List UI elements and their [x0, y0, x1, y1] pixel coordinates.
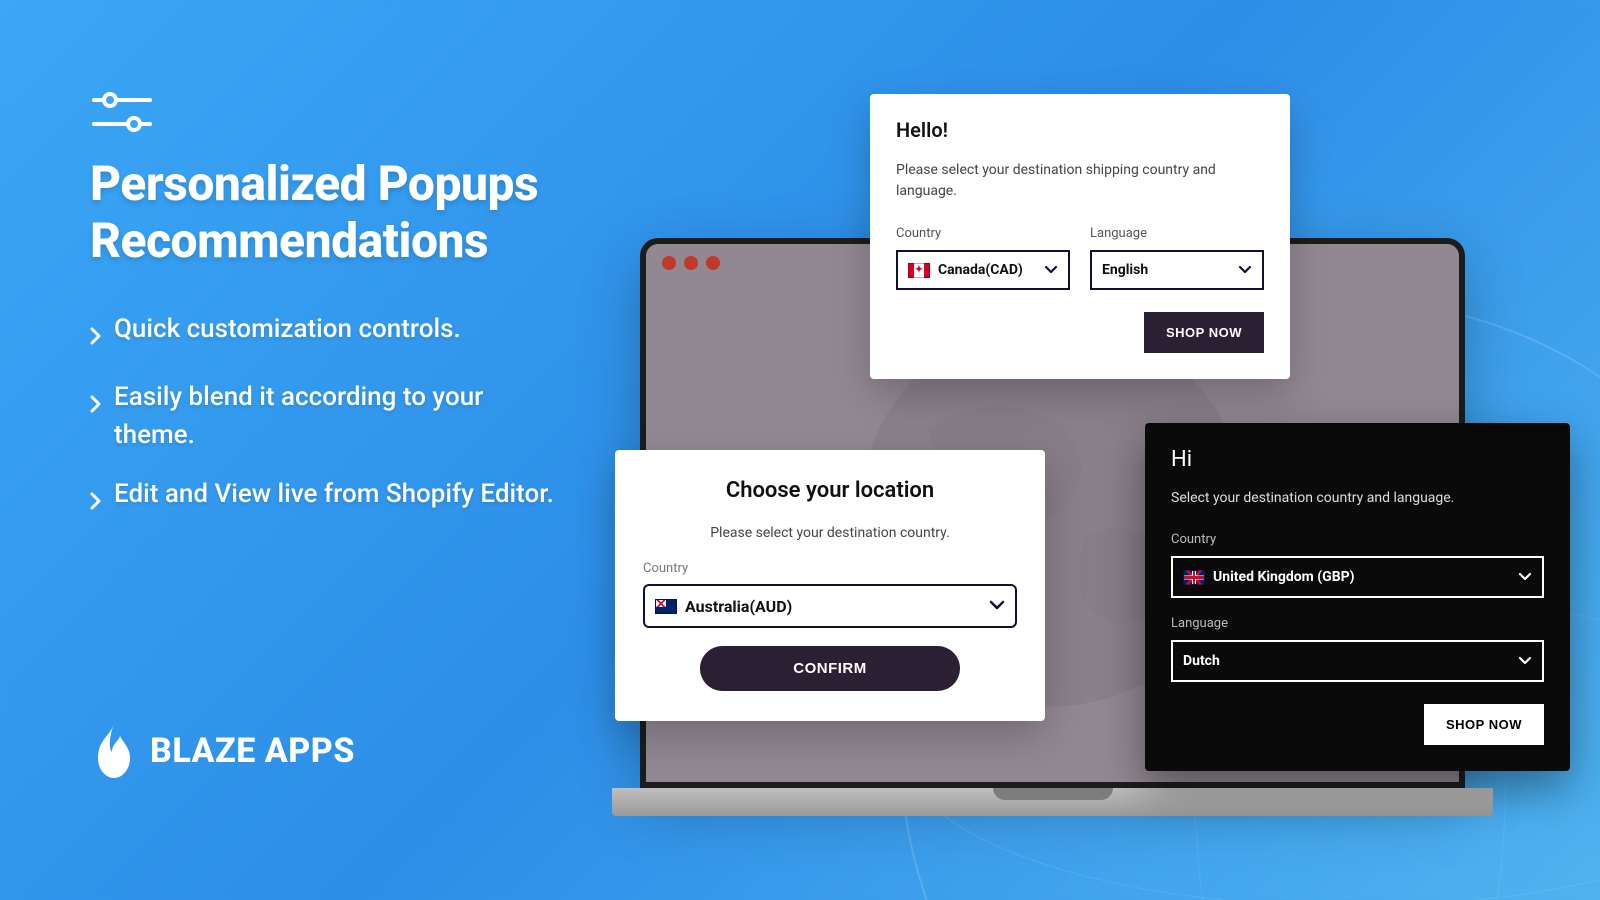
country-value: Canada(CAD) — [938, 262, 1023, 278]
bullet-item: Quick customization controls. — [90, 311, 570, 357]
language-select[interactable]: English — [1090, 250, 1264, 290]
sliders-icon — [90, 88, 570, 138]
chevron-down-icon — [1044, 265, 1058, 275]
chevron-right-icon — [90, 387, 102, 454]
bullet-text: Edit and View live from Shopify Editor. — [114, 476, 554, 522]
language-label: Language — [1090, 226, 1264, 241]
flag-uk-icon — [1183, 570, 1205, 585]
popup-description: Please select your destination shipping … — [896, 160, 1264, 202]
bullet-text: Quick customization controls. — [114, 311, 461, 357]
shop-now-button[interactable]: SHOP NOW — [1144, 312, 1264, 353]
chevron-right-icon — [90, 484, 102, 522]
popup-hello: Hello! Please select your destination sh… — [870, 94, 1290, 379]
popup-greeting: Hi — [1171, 447, 1544, 472]
hero-headline: Personalized Popups Recommendations — [90, 156, 570, 269]
laptop-base — [612, 788, 1493, 816]
language-value: Dutch — [1183, 653, 1220, 669]
chevron-right-icon — [90, 319, 102, 357]
country-label: Country — [896, 226, 1070, 241]
popup-greeting: Hello! — [896, 118, 1264, 142]
chevron-down-icon — [1238, 265, 1252, 275]
popup-title: Choose your location — [643, 478, 1017, 503]
bullet-text: Easily blend it according to your theme. — [114, 379, 570, 454]
brand-logo: BLAZE APPS — [90, 722, 355, 780]
flame-icon — [90, 722, 138, 780]
country-value: Australia(AUD) — [685, 597, 792, 616]
popup-description: Please select your destination country. — [643, 525, 1017, 541]
chevron-down-icon — [1518, 572, 1532, 582]
country-select[interactable]: Australia(AUD) — [643, 584, 1017, 628]
popup-hi-dark: Hi Select your destination country and l… — [1145, 423, 1570, 771]
hero-column: Personalized Popups Recommendations Quic… — [90, 88, 570, 544]
country-select[interactable]: Canada(CAD) — [896, 250, 1070, 290]
confirm-button[interactable]: CONFIRM — [700, 646, 960, 691]
country-label: Country — [643, 561, 1017, 576]
language-label: Language — [1171, 616, 1544, 631]
country-label: Country — [1171, 532, 1544, 547]
language-select[interactable]: Dutch — [1171, 640, 1544, 682]
hero-bullets: Quick customization controls. Easily ble… — [90, 311, 570, 522]
brand-name: BLAZE APPS — [150, 731, 355, 771]
popup-description: Select your destination country and lang… — [1171, 490, 1544, 506]
chevron-down-icon — [1518, 656, 1532, 666]
chevron-down-icon — [989, 600, 1005, 612]
bullet-item: Edit and View live from Shopify Editor. — [90, 476, 570, 522]
popup-choose-location: Choose your location Please select your … — [615, 450, 1045, 721]
flag-canada-icon — [908, 263, 930, 278]
flag-australia-icon — [655, 599, 677, 614]
country-value: United Kingdom (GBP) — [1213, 569, 1355, 585]
language-value: English — [1102, 262, 1148, 278]
bullet-item: Easily blend it according to your theme. — [90, 379, 570, 454]
shop-now-button[interactable]: SHOP NOW — [1424, 704, 1544, 745]
country-select[interactable]: United Kingdom (GBP) — [1171, 556, 1544, 598]
